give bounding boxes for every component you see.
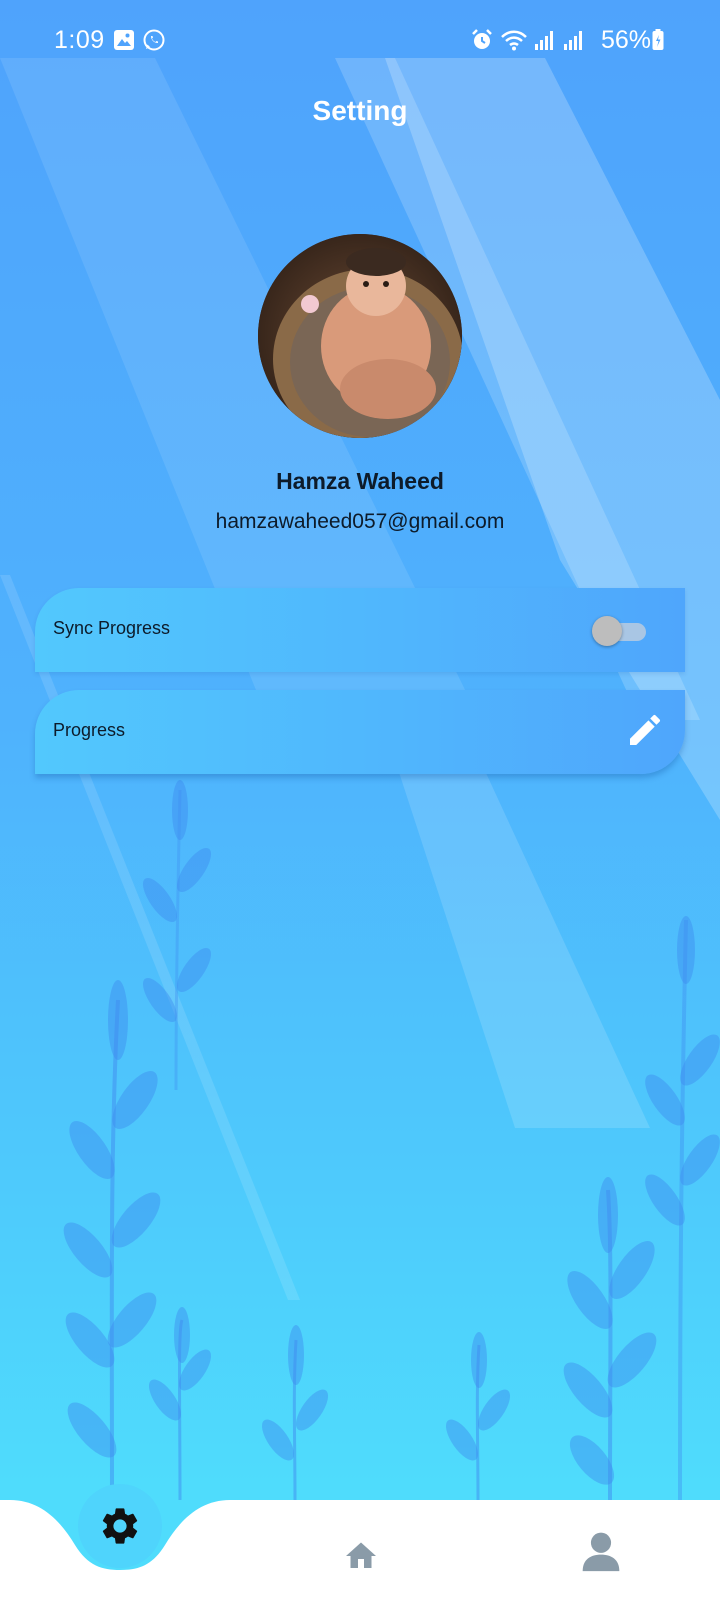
wifi-icon xyxy=(501,30,527,51)
profile-photo xyxy=(258,234,462,438)
signal-icon xyxy=(535,31,553,50)
progress-label: Progress xyxy=(53,720,126,740)
whatsapp-icon xyxy=(143,29,165,51)
pencil-icon[interactable] xyxy=(625,710,665,750)
sync-progress-toggle[interactable] xyxy=(592,616,648,646)
person-icon[interactable] xyxy=(579,1528,623,1574)
gear-icon xyxy=(102,1508,138,1544)
user-email: hamzawaheed057@gmail.com xyxy=(215,510,505,533)
alarm-icon xyxy=(472,29,492,49)
toggle-thumb xyxy=(592,616,622,646)
signal-icon xyxy=(564,31,582,50)
sync-progress-label: Sync Progress xyxy=(53,618,171,638)
sync-progress-row: Sync Progress xyxy=(35,588,685,672)
page-title: Setting xyxy=(312,95,408,126)
nav-settings-button[interactable] xyxy=(78,1484,162,1568)
progress-row[interactable]: Progress xyxy=(35,690,685,774)
status-bar: 1:09 56% xyxy=(0,0,720,80)
status-time: 1:09 xyxy=(54,26,105,54)
battery-percent: 56% xyxy=(601,26,652,54)
avatar[interactable] xyxy=(258,234,462,438)
home-icon[interactable] xyxy=(342,1538,380,1574)
user-name: Hamza Waheed xyxy=(276,468,444,494)
battery-icon xyxy=(652,29,664,50)
gallery-icon xyxy=(114,30,134,50)
